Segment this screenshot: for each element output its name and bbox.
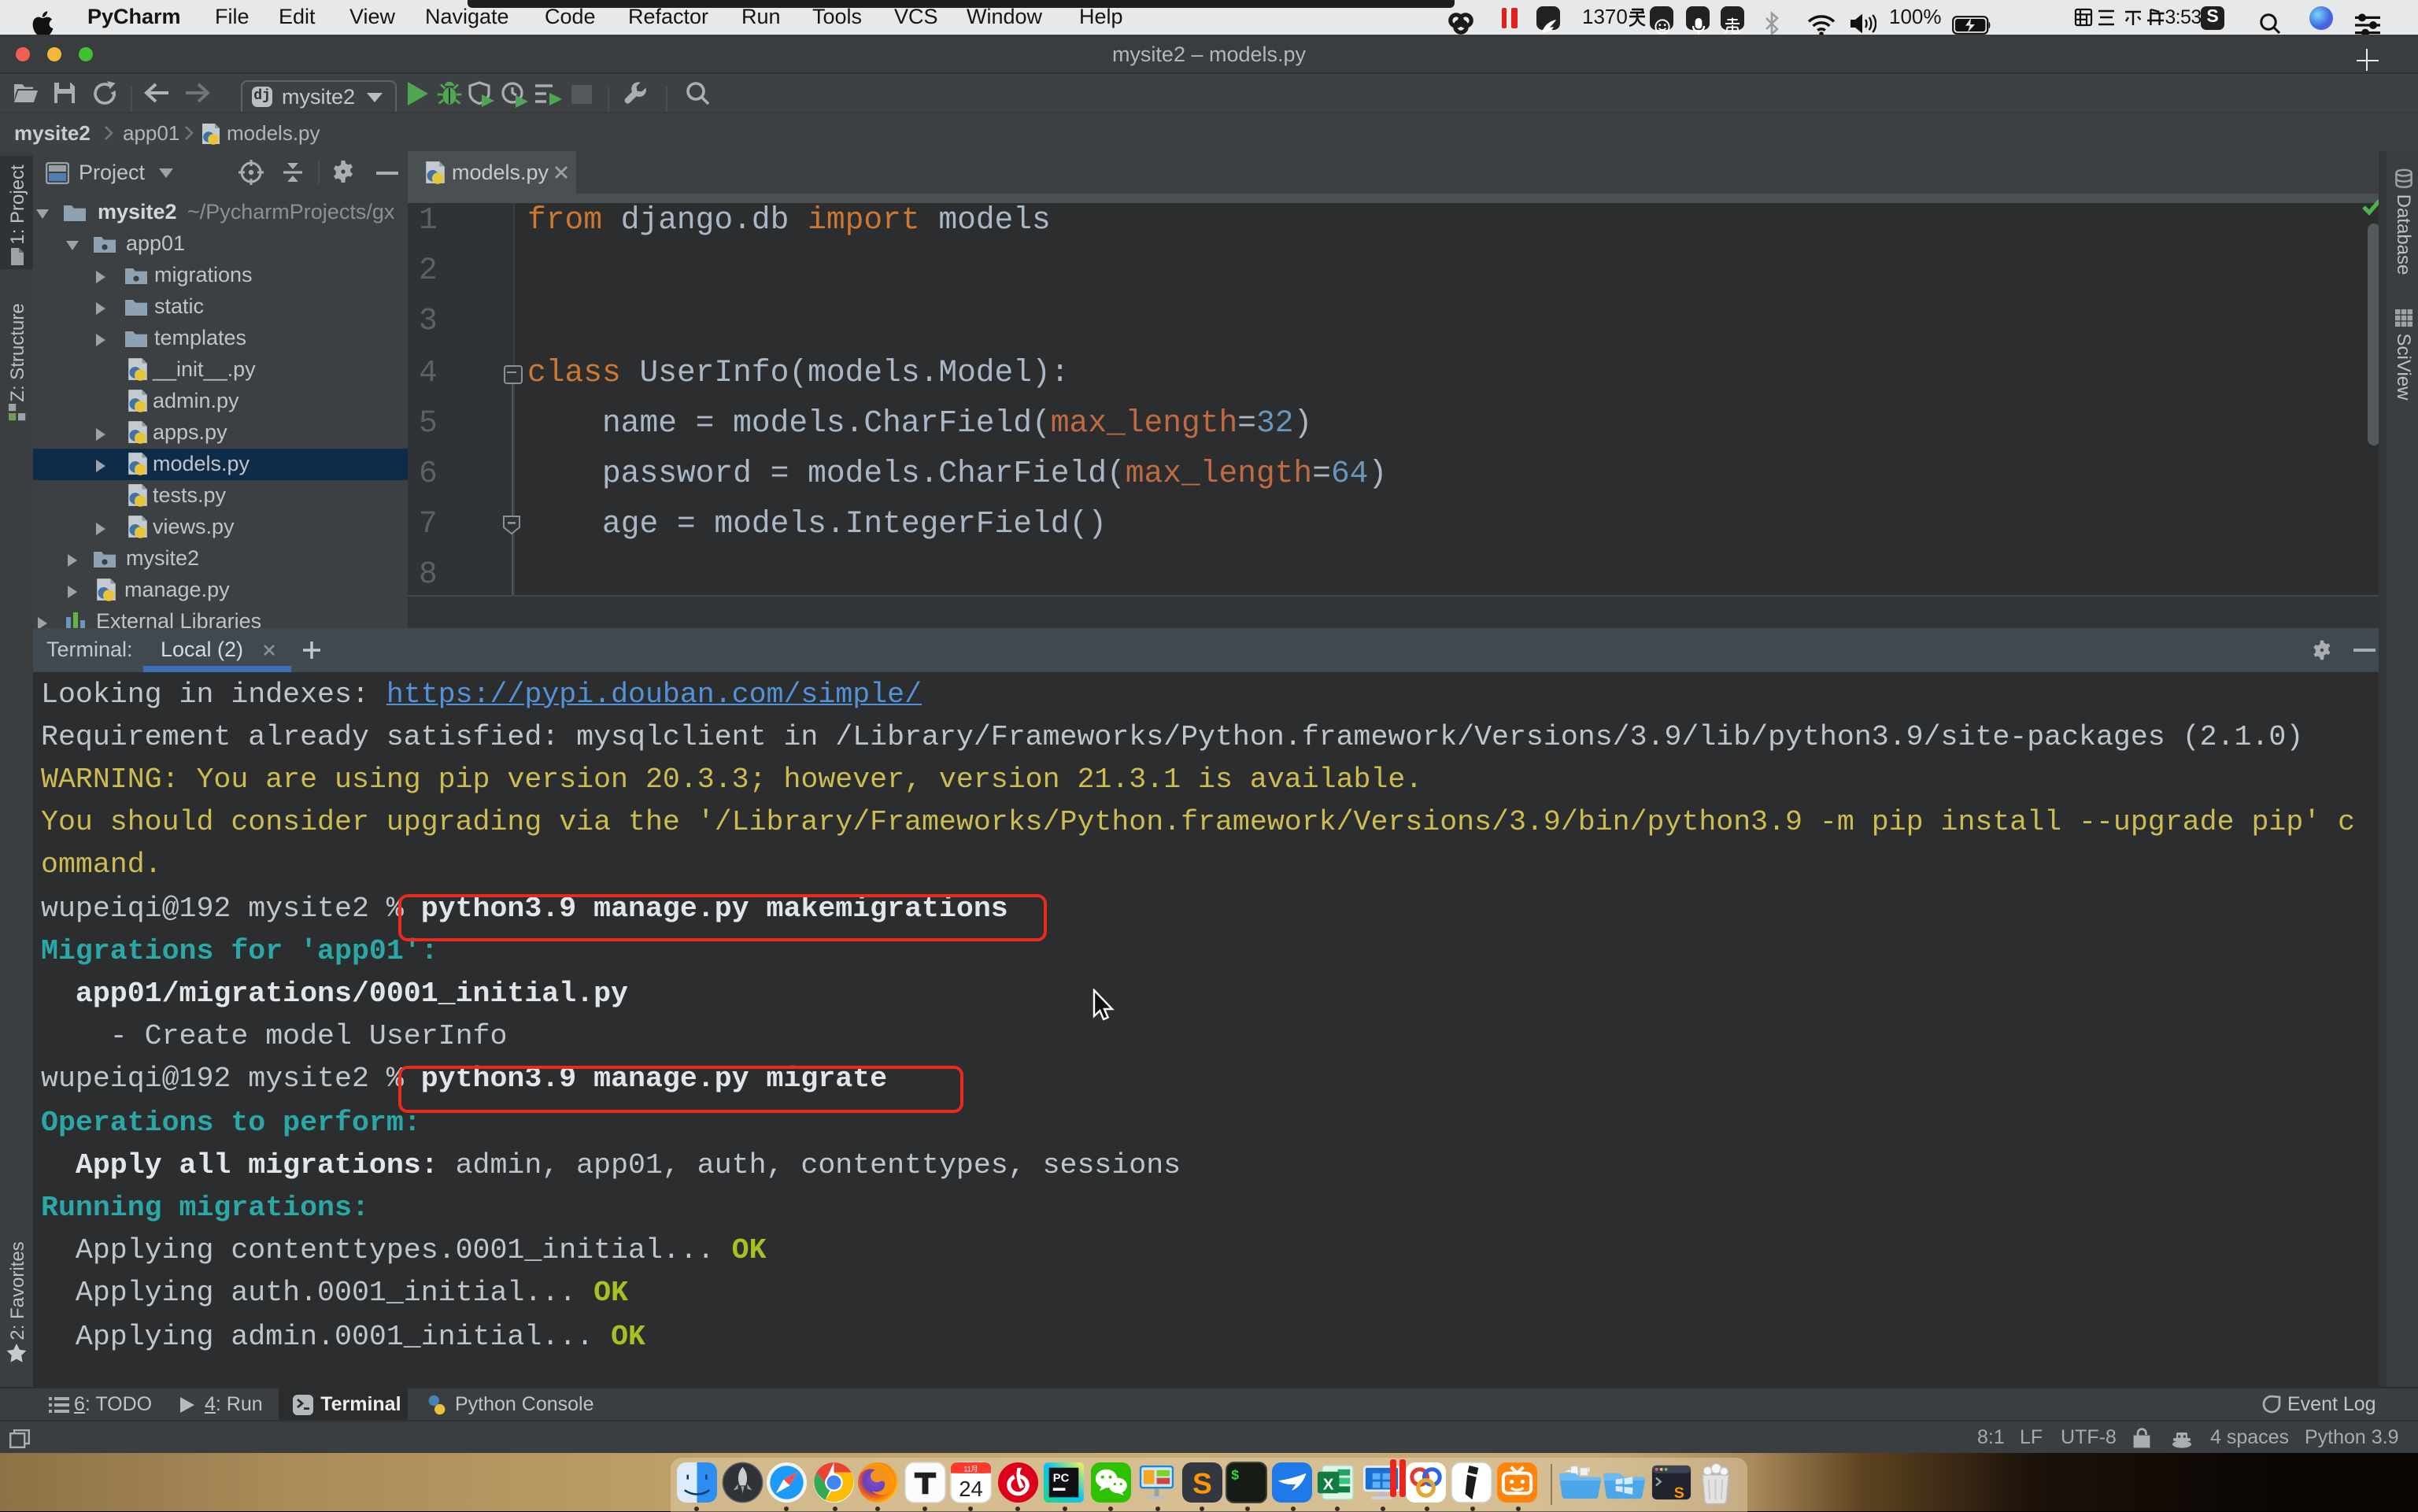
- svg-text:S: S: [1192, 1466, 1212, 1499]
- svg-text:11月: 11月: [964, 1465, 978, 1473]
- svg-text:24: 24: [959, 1477, 984, 1501]
- svg-text:X: X: [1324, 1475, 1335, 1493]
- svg-text:PC: PC: [1053, 1473, 1070, 1485]
- svg-text:S: S: [1673, 1484, 1684, 1502]
- svg-text:$: $: [1232, 1469, 1240, 1484]
